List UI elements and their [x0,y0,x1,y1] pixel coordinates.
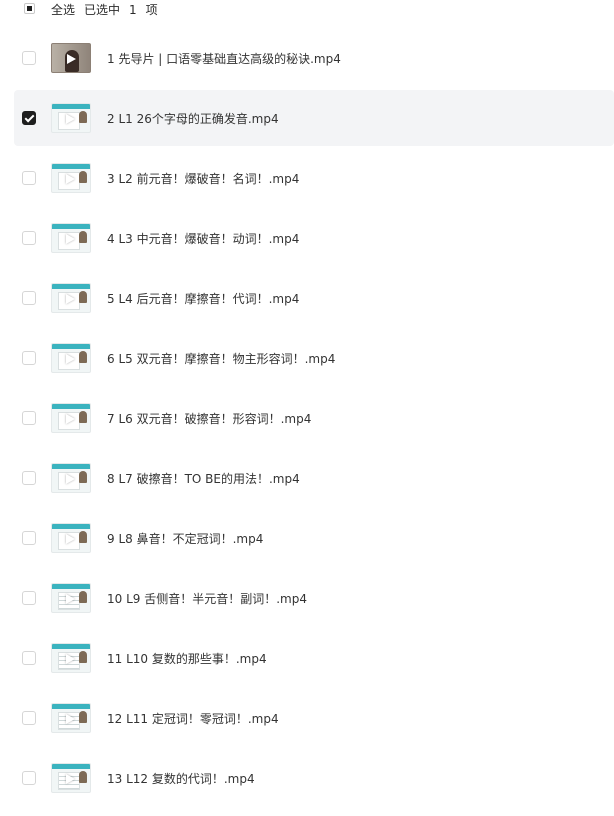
play-icon [66,594,75,604]
file-checkbox[interactable] [22,651,36,665]
file-name[interactable]: 13 L12 复数的代词！.mp4 [107,770,255,787]
play-icon [66,174,75,184]
file-checkbox[interactable] [22,51,36,65]
slide-video-thumbnail[interactable] [51,583,91,613]
slide-video-thumbnail[interactable] [51,283,91,313]
file-name[interactable]: 4 L3 中元音！爆破音！动词！.mp4 [107,230,299,247]
file-name[interactable]: 6 L5 双元音！摩擦音！物主形容词！.mp4 [107,350,335,367]
file-row[interactable]: 12 L11 定冠词！零冠词！.mp4 [14,690,614,746]
play-icon [66,534,75,544]
play-icon [66,354,75,364]
slide-video-thumbnail[interactable] [51,343,91,373]
file-checkbox[interactable] [22,231,36,245]
play-icon [66,414,75,424]
file-checkbox[interactable] [22,531,36,545]
person-video-thumbnail[interactable] [51,43,91,73]
file-row[interactable]: 6 L5 双元音！摩擦音！物主形容词！.mp4 [14,330,614,386]
selected-count: 1 [129,3,137,17]
file-row[interactable]: 9 L8 鼻音！不定冠词！.mp4 [14,510,614,566]
file-checkbox[interactable] [22,111,36,125]
slide-video-thumbnail[interactable] [51,103,91,133]
slide-video-thumbnail[interactable] [51,763,91,793]
select-all-checkbox[interactable] [24,3,35,14]
play-icon [66,114,75,124]
file-row[interactable]: 1 先导片 | 口语零基础直达高级的秘诀.mp4 [14,30,614,86]
file-checkbox[interactable] [22,591,36,605]
play-icon [66,654,75,664]
file-name[interactable]: 9 L8 鼻音！不定冠词！.mp4 [107,530,263,547]
select-all-label[interactable]: 全选 [51,3,75,17]
file-checkbox[interactable] [22,351,36,365]
file-row[interactable]: 7 L6 双元音！破擦音！形容词！.mp4 [14,390,614,446]
file-name[interactable]: 8 L7 破擦音！TO BE的用法！.mp4 [107,470,300,487]
file-name[interactable]: 11 L10 复数的那些事！.mp4 [107,650,267,667]
selection-summary: 全选 已选中 1 项 [51,1,167,18]
file-name[interactable]: 3 L2 前元音！爆破音！名词！.mp4 [107,170,299,187]
file-checkbox[interactable] [22,771,36,785]
play-icon [67,54,76,64]
file-list: 1 先导片 | 口语零基础直达高级的秘诀.mp4 2 L1 26个字母的正确发音.… [0,30,614,810]
selected-unit: 项 [145,3,158,17]
slide-video-thumbnail[interactable] [51,643,91,673]
file-row[interactable]: 10 L9 舌侧音！半元音！副词！.mp4 [14,570,614,626]
selection-toolbar: 全选 已选中 1 项 [0,0,614,20]
file-name[interactable]: 10 L9 舌侧音！半元音！副词！.mp4 [107,590,307,607]
slide-video-thumbnail[interactable] [51,403,91,433]
file-name[interactable]: 12 L11 定冠词！零冠词！.mp4 [107,710,279,727]
file-name[interactable]: 7 L6 双元音！破擦音！形容词！.mp4 [107,410,311,427]
file-checkbox[interactable] [22,471,36,485]
play-icon [66,234,75,244]
slide-video-thumbnail[interactable] [51,223,91,253]
selected-prefix: 已选中 [84,3,121,17]
file-name[interactable]: 5 L4 后元音！摩擦音！代词！.mp4 [107,290,299,307]
file-checkbox[interactable] [22,711,36,725]
file-row[interactable]: 2 L1 26个字母的正确发音.mp4 [14,90,614,146]
slide-video-thumbnail[interactable] [51,463,91,493]
slide-video-thumbnail[interactable] [51,163,91,193]
file-row[interactable]: 13 L12 复数的代词！.mp4 [14,750,614,806]
file-name[interactable]: 2 L1 26个字母的正确发音.mp4 [107,110,279,127]
file-checkbox[interactable] [22,411,36,425]
file-row[interactable]: 11 L10 复数的那些事！.mp4 [14,630,614,686]
file-checkbox[interactable] [22,171,36,185]
play-icon [66,714,75,724]
file-name[interactable]: 1 先导片 | 口语零基础直达高级的秘诀.mp4 [107,50,341,67]
file-row[interactable]: 4 L3 中元音！爆破音！动词！.mp4 [14,210,614,266]
file-row[interactable]: 5 L4 后元音！摩擦音！代词！.mp4 [14,270,614,326]
play-icon [66,774,75,784]
file-row[interactable]: 3 L2 前元音！爆破音！名词！.mp4 [14,150,614,206]
play-icon [66,294,75,304]
play-icon [66,474,75,484]
file-row[interactable]: 8 L7 破擦音！TO BE的用法！.mp4 [14,450,614,506]
slide-video-thumbnail[interactable] [51,523,91,553]
file-checkbox[interactable] [22,291,36,305]
slide-video-thumbnail[interactable] [51,703,91,733]
